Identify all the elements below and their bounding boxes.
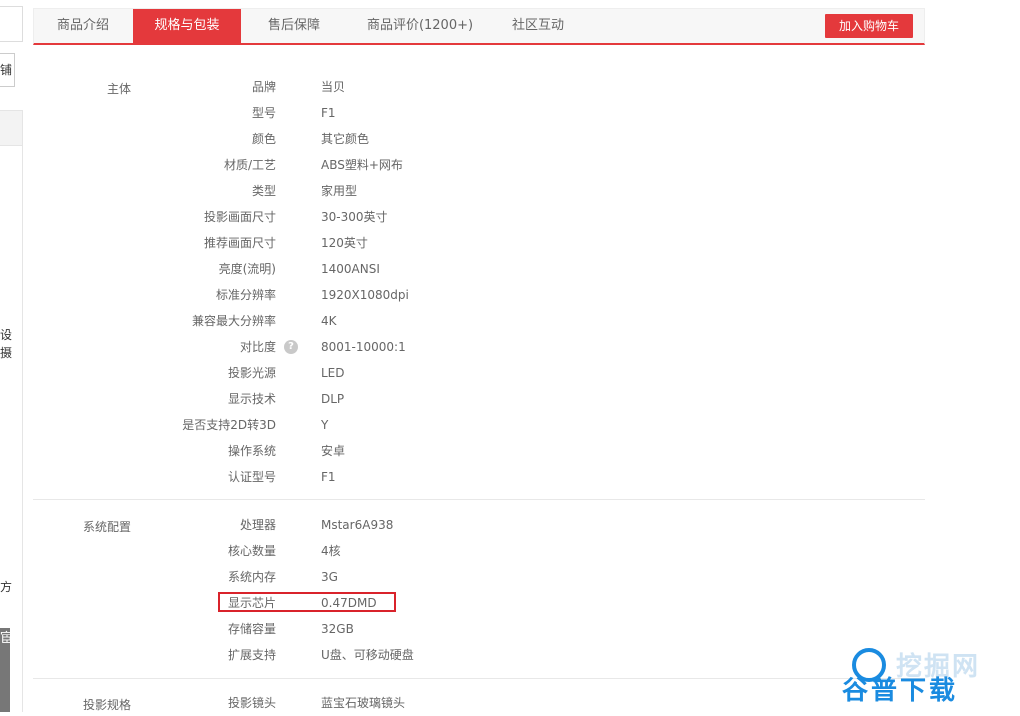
spec-key: 品牌: [251, 80, 276, 94]
watermark-logo: 挖掘网 谷普下载: [842, 644, 1020, 712]
spec-row: 兼容最大分辨率 4K: [33, 308, 925, 334]
spec-value: 30-300英寸: [321, 210, 388, 224]
spec-row: 投影光源 LED: [33, 360, 925, 386]
spec-key: 操作系统: [227, 444, 276, 458]
product-tab-bar: 商品介绍 规格与包装 售后保障 商品评价(1200+) 社区互动 加入购物车: [33, 8, 925, 45]
spec-value: LED: [321, 366, 345, 380]
spec-key: 核心数量: [227, 544, 276, 558]
spec-row: 对比度? 8001-10000:1: [33, 334, 925, 360]
add-to-cart-button[interactable]: 加入购物车: [825, 14, 913, 38]
tab-reviews[interactable]: 商品评价(1200+): [352, 9, 488, 43]
spec-row: 颜色 其它颜色: [33, 126, 925, 152]
spec-row: 操作系统 安卓: [33, 438, 925, 464]
spec-value: 家用型: [321, 184, 358, 198]
spec-row: 材质/工艺 ABS塑料+网布: [33, 152, 925, 178]
help-icon[interactable]: ?: [284, 340, 298, 354]
spec-row: 处理器 Mstar6A938: [33, 512, 925, 538]
spec-key: 型号: [251, 106, 276, 120]
spec-key: 投影镜头: [227, 696, 276, 710]
tab-label: 商品评价(1200+): [366, 18, 474, 33]
sidebar-text: 设: [0, 328, 12, 342]
tab-label: 商品介绍: [56, 18, 109, 33]
spec-value: 4核: [321, 544, 341, 558]
spec-value: 120英寸: [321, 236, 368, 250]
left-sidebar-fragment: 铺 设 摄 方 宦: [0, 0, 24, 712]
spec-row: 标准分辨率 1920X1080dpi: [33, 282, 925, 308]
sidebar-text: 方: [0, 580, 12, 594]
tab-after-sales[interactable]: 售后保障: [249, 9, 339, 43]
sidebar-button[interactable]: 铺: [0, 53, 15, 87]
spec-row: 推荐画面尺寸 120英寸: [33, 230, 925, 256]
watermark-main-text: 谷普下载: [842, 676, 959, 706]
spec-key: 推荐画面尺寸: [203, 236, 276, 250]
spec-row: 是否支持2D转3D Y: [33, 412, 925, 438]
spec-value: 1920X1080dpi: [321, 288, 409, 302]
spec-value: F1: [321, 106, 336, 120]
spec-row: 品牌 当贝: [33, 74, 925, 100]
spec-row: 显示芯片 0.47DMD: [33, 590, 925, 616]
spec-value: 蓝宝石玻璃镜头: [321, 696, 406, 710]
sidebar-column: [0, 145, 23, 712]
spec-value: 4K: [321, 314, 337, 328]
sidebar-header: [0, 110, 23, 146]
spec-value: 其它颜色: [321, 132, 370, 146]
spec-row: 认证型号 F1: [33, 464, 925, 490]
highlight-box: [218, 592, 396, 612]
spec-key: 兼容最大分辨率: [191, 314, 276, 328]
spec-key: 是否支持2D转3D: [182, 418, 276, 432]
spec-value: 32GB: [321, 622, 354, 636]
spec-value: F1: [321, 470, 336, 484]
spec-value: Mstar6A938: [321, 518, 394, 532]
sidebar-text: 摄: [0, 346, 12, 360]
spec-row: 系统内存 3G: [33, 564, 925, 590]
spec-row: 核心数量 4核: [33, 538, 925, 564]
spec-key: 标准分辨率: [215, 288, 276, 302]
spec-key: 处理器: [239, 518, 276, 532]
spec-row: 亮度(流明) 1400ANSI: [33, 256, 925, 282]
spec-key: 系统内存: [227, 570, 276, 584]
spec-row: 投影画面尺寸 30-300英寸: [33, 204, 925, 230]
tab-label: 售后保障: [267, 18, 320, 33]
spec-key: 材质/工艺: [223, 158, 276, 172]
spec-row: 显示技术 DLP: [33, 386, 925, 412]
spec-row: 类型 家用型: [33, 178, 925, 204]
spec-value: U盘、可移动硬盘: [321, 648, 414, 662]
spec-row: 存储容量 32GB: [33, 616, 925, 642]
spec-value: 安卓: [321, 444, 346, 458]
section-divider: [33, 678, 925, 679]
spec-key: 认证型号: [227, 470, 276, 484]
section-divider: [33, 499, 925, 500]
spec-key: 对比度: [239, 340, 276, 354]
spec-key: 类型: [251, 184, 276, 198]
sidebar-dark-label[interactable]: 宦: [0, 628, 10, 712]
spec-value: ABS塑料+网布: [321, 158, 403, 172]
spec-value: 3G: [321, 570, 338, 584]
spec-row: 型号 F1: [33, 100, 925, 126]
spec-value: DLP: [321, 392, 345, 406]
tab-specs-packaging[interactable]: 规格与包装: [133, 9, 241, 43]
spec-value: 8001-10000:1: [321, 340, 406, 354]
spec-key: 颜色: [251, 132, 276, 146]
spec-row: 投影镜头 蓝宝石玻璃镜头: [33, 690, 925, 716]
tab-label: 规格与包装: [154, 18, 220, 33]
spec-row: 扩展支持 U盘、可移动硬盘: [33, 642, 925, 668]
spec-value: Y: [321, 418, 329, 432]
spec-value: 1400ANSI: [321, 262, 380, 276]
tab-community[interactable]: 社区互动: [496, 9, 580, 43]
spec-key: 扩展支持: [227, 648, 276, 662]
tab-label: 社区互动: [511, 18, 564, 33]
tab-product-intro[interactable]: 商品介绍: [34, 9, 132, 43]
spec-key: 投影画面尺寸: [203, 210, 276, 224]
spec-value: 当贝: [321, 80, 346, 94]
spec-key: 显示技术: [227, 392, 276, 406]
sidebar-box: [0, 6, 23, 42]
spec-key: 投影光源: [227, 366, 276, 380]
spec-key: 存储容量: [227, 622, 276, 636]
spec-key: 亮度(流明): [218, 262, 276, 276]
